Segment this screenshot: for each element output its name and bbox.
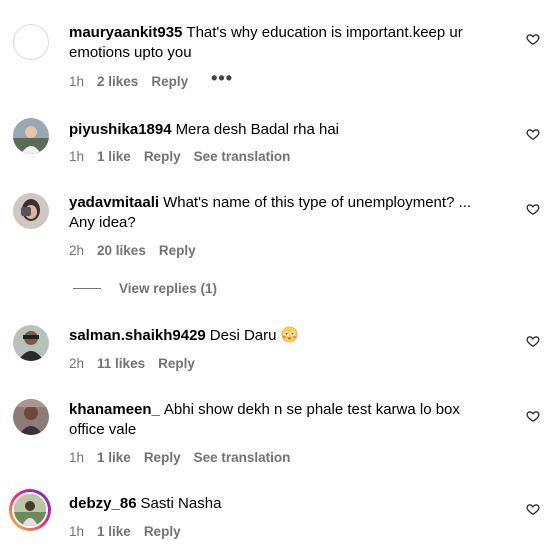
comment-username[interactable]: yadavmitaali [69,194,159,211]
comment-meta: 2h 20 likes Reply [69,241,196,259]
avatar-photo [14,494,46,526]
more-options-icon[interactable]: ••• [211,68,233,89]
comment-username[interactable]: khanameen_ [69,401,160,418]
comment-username[interactable]: debzy_86 [69,495,137,512]
view-replies-label[interactable]: View replies (1) [119,281,217,296]
comment-text: Mera desh Badal rha hai [175,121,339,138]
see-translation-button[interactable]: See translation [194,450,291,465]
heart-outline-icon[interactable] [526,334,540,348]
comment-body: yadavmitaali What's name of this type of … [69,193,499,233]
comment-time[interactable]: 1h [69,74,84,89]
avatar-photo [13,399,49,435]
avatar-photo [13,325,49,361]
comment-likes[interactable]: 2 likes [97,74,138,89]
comment-body: piyushika1894 Mera desh Badal rha hai [69,120,499,140]
reply-button[interactable]: Reply [144,450,181,465]
comment-likes[interactable]: 20 likes [97,243,146,258]
comment-likes[interactable]: 11 likes [97,356,145,371]
comment-time[interactable]: 1h [69,524,84,539]
comment-time[interactable]: 2h [69,243,84,258]
comment-username[interactable]: mauryaankit935 [69,24,182,41]
flushed-face-emoji-icon [281,326,298,343]
comment-text: Desi Daru [209,327,277,344]
comment-time[interactable]: 2h [69,356,84,371]
heart-outline-icon[interactable] [526,502,540,516]
comment-username[interactable]: salman.shaikh9429 [69,327,206,344]
comment-item: khanameen_ Abhi show dekh n se phale test… [0,390,549,475]
comment-meta: 1h 1 like Reply [69,522,181,540]
comment-meta: 1h 2 likes Reply ••• [69,68,233,90]
comment-username[interactable]: piyushika1894 [69,121,172,138]
reply-button[interactable]: Reply [159,243,196,258]
reply-button[interactable]: Reply [144,524,181,539]
see-translation-button[interactable]: See translation [194,149,291,164]
avatar-photo [13,118,49,154]
comment-body: mauryaankit935 That's why education is im… [69,23,499,63]
comment-body: salman.shaikh9429 Desi Daru [69,326,499,346]
heart-outline-icon[interactable] [526,409,540,423]
comment-likes[interactable]: 1 like [97,149,131,164]
comment-body: debzy_86 Sasti Nasha [69,494,499,514]
comment-item: debzy_86 Sasti Nasha 1h 1 like Reply [0,475,549,548]
comment-body: khanameen_ Abhi show dekh n se phale test… [69,400,489,440]
view-replies-button[interactable]: View replies (1) [73,281,217,296]
comment-text: Sasti Nasha [140,495,222,512]
avatar[interactable] [13,325,49,361]
avatar[interactable] [13,24,49,60]
divider-line [73,288,101,289]
heart-outline-icon[interactable] [526,32,540,46]
comment-likes[interactable]: 1 like [97,450,131,465]
comment-time[interactable]: 1h [69,149,84,164]
reply-button[interactable]: Reply [158,356,195,371]
heart-outline-icon[interactable] [526,202,540,216]
comment-item: mauryaankit935 That's why education is im… [0,0,549,100]
comment-meta: 2h 11 likes Reply [69,354,195,372]
avatar-story-ring[interactable] [9,489,51,531]
avatar[interactable] [13,193,49,229]
avatar-photo [13,193,49,229]
reply-button[interactable]: Reply [151,74,188,89]
avatar[interactable] [13,399,49,435]
comment-item: piyushika1894 Mera desh Badal rha hai 1h … [0,100,549,180]
comment-likes[interactable]: 1 like [97,524,131,539]
reply-button[interactable]: Reply [144,149,181,164]
comment-time[interactable]: 1h [69,450,84,465]
avatar[interactable] [13,118,49,154]
comment-meta: 1h 1 like Reply See translation [69,147,290,165]
avatar [12,492,48,528]
comment-item: salman.shaikh9429 Desi Daru 2h 11 likes R… [0,310,549,390]
heart-outline-icon[interactable] [526,127,540,141]
comment-meta: 1h 1 like Reply See translation [69,448,290,466]
